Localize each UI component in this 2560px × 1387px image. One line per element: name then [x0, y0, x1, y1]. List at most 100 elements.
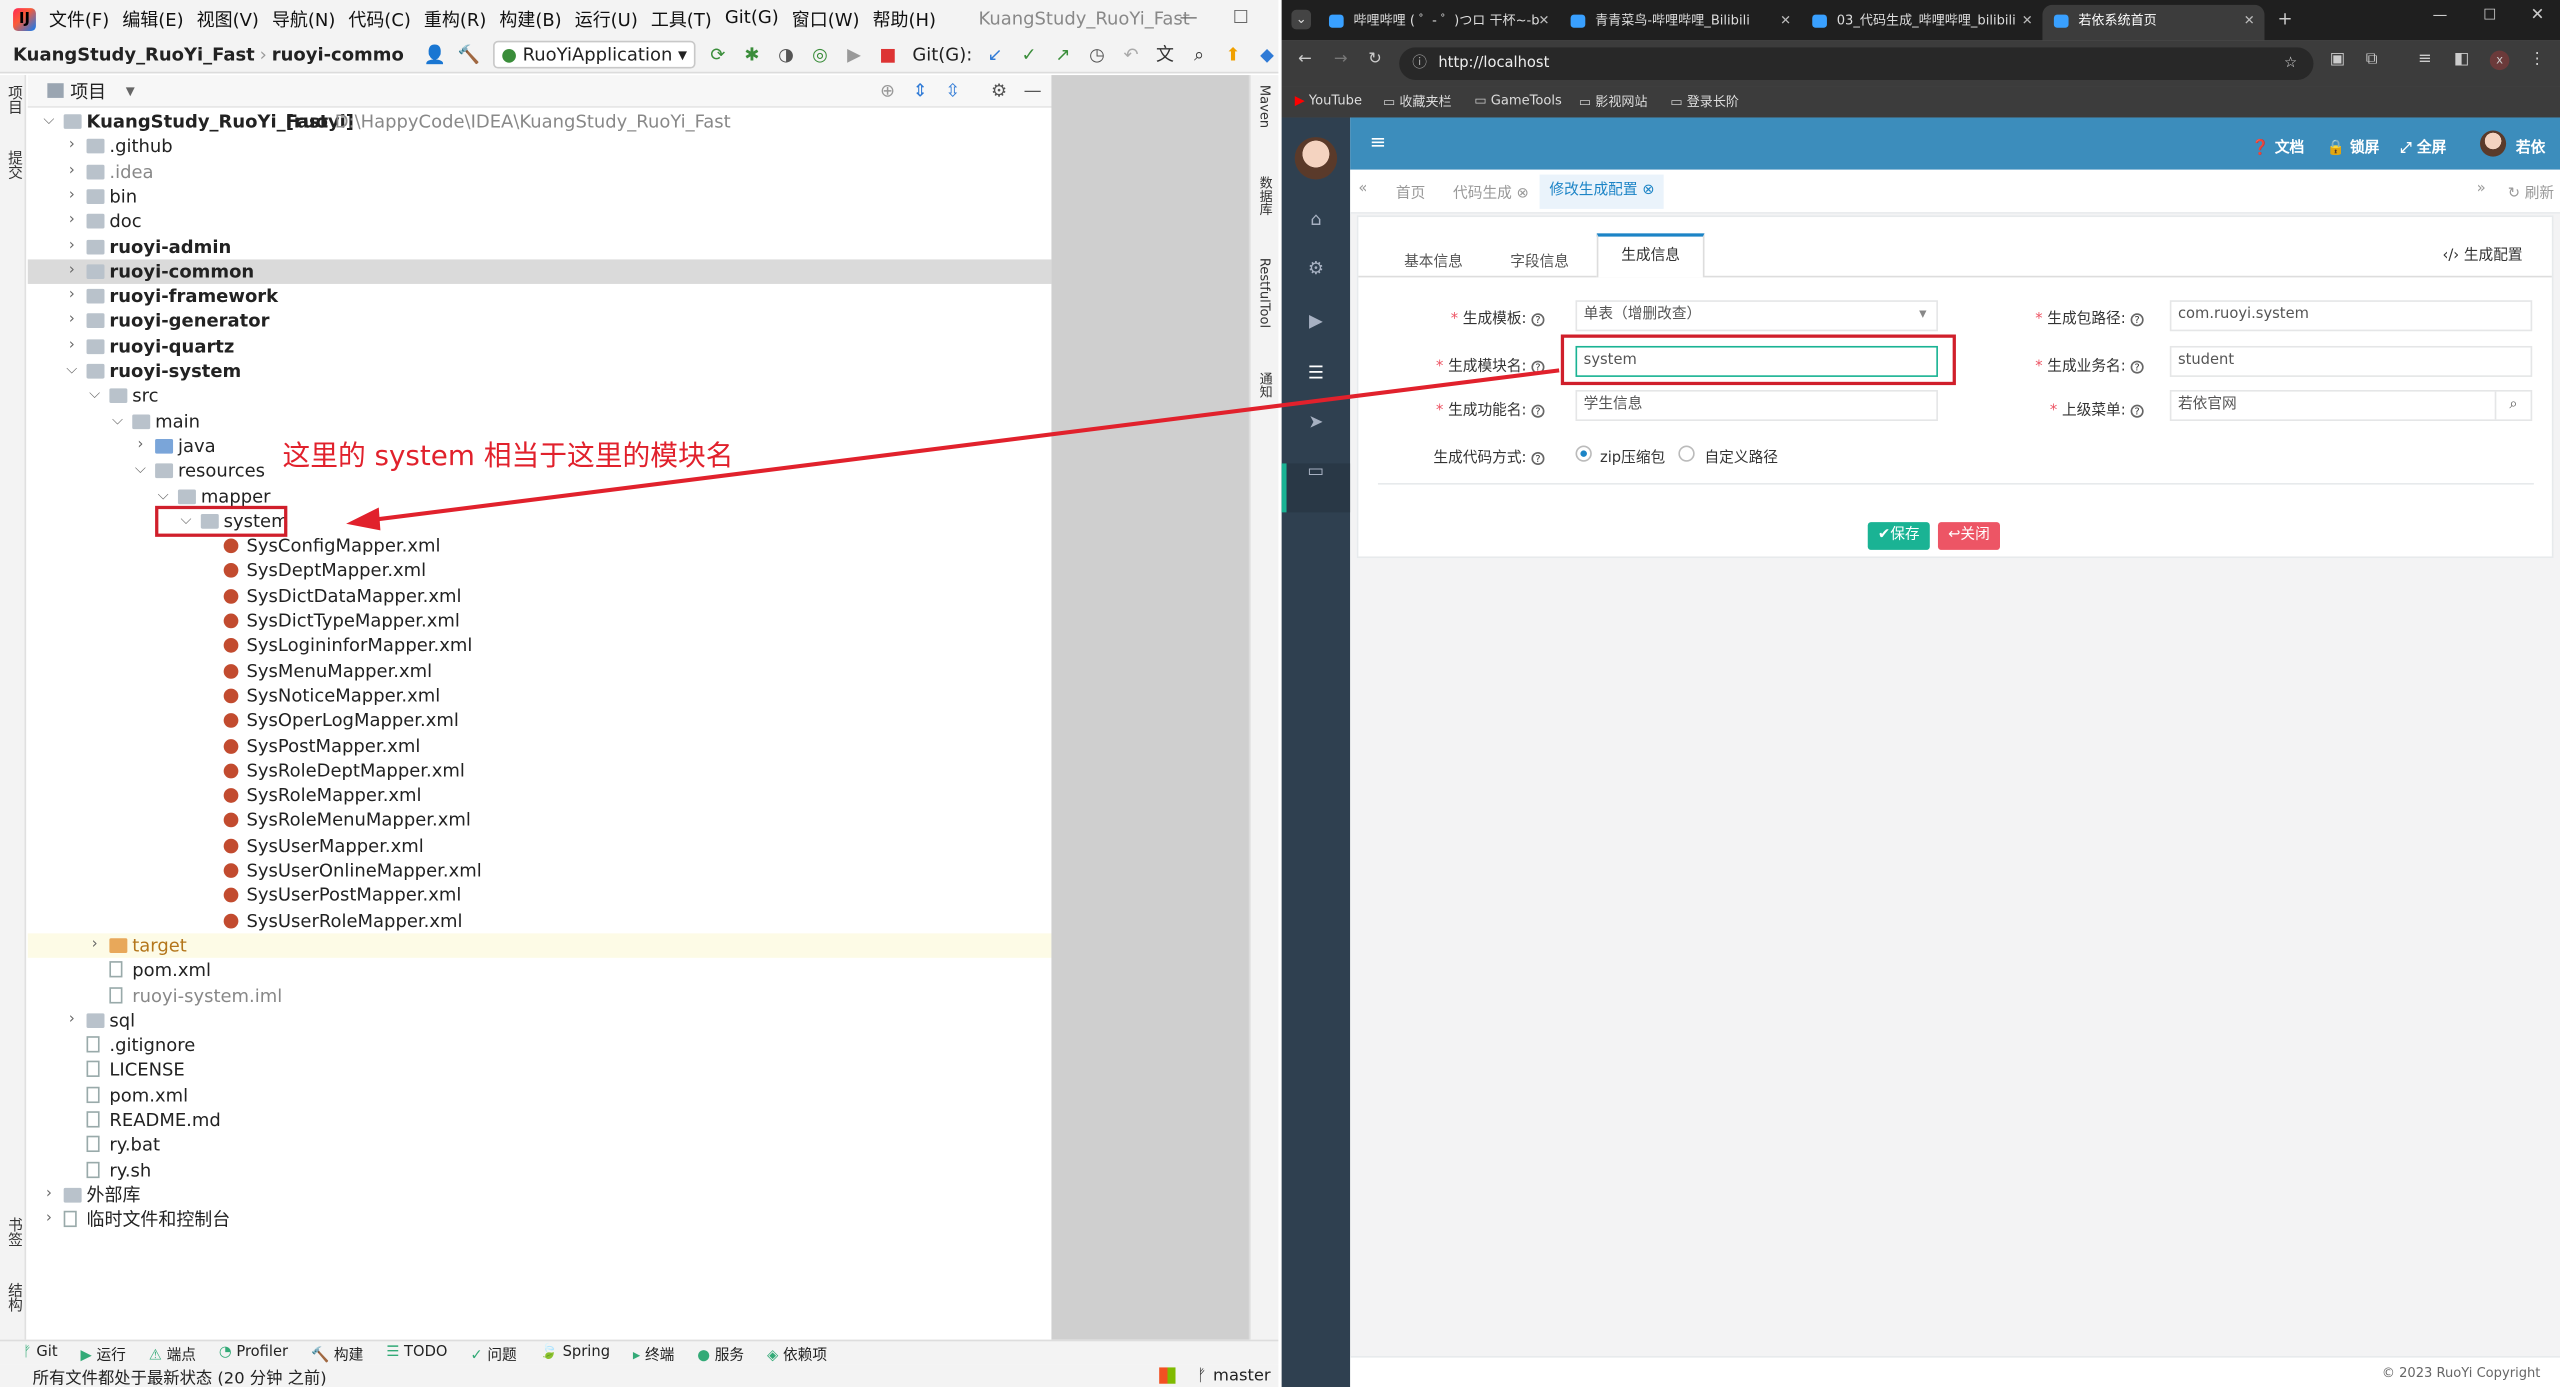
profile-avatar-icon[interactable]: x — [2489, 50, 2510, 71]
bottom-tool-8[interactable]: ▸ 终端 — [633, 1342, 674, 1363]
tree-item[interactable]: › sql — [28, 1008, 1052, 1032]
tree-item[interactable]: pom.xml — [28, 1083, 1052, 1107]
tag-home[interactable]: 首页 — [1396, 181, 1425, 202]
tree-item[interactable]: SysRoleMenuMapper.xml — [28, 808, 1052, 832]
tree-item[interactable]: SysDeptMapper.xml — [28, 559, 1052, 583]
monitor-icon[interactable]: ▭ — [1282, 460, 1351, 481]
menu-item[interactable]: 构建(B) — [499, 6, 561, 32]
tree-item[interactable]: SysRoleDeptMapper.xml — [28, 758, 1052, 782]
bottom-tool-9[interactable]: ● 服务 — [697, 1342, 744, 1363]
chevron-right-icon[interactable]: › — [64, 1008, 80, 1032]
profile-icon[interactable]: ◎ — [809, 43, 832, 66]
tree-item[interactable]: SysDictDataMapper.xml — [28, 584, 1052, 608]
search-icon[interactable]: ⌕ — [1188, 43, 1211, 66]
star-icon[interactable]: ☆ — [2284, 47, 2297, 80]
tree-item[interactable]: SysUserPostMapper.xml — [28, 883, 1052, 907]
chevron-right-icon[interactable]: › — [87, 933, 103, 957]
save-button[interactable]: ✔保存 — [1867, 522, 1930, 550]
tag-codegen[interactable]: 代码生成 ⊗ — [1453, 181, 1529, 202]
bookmark-item[interactable]: ▭ GameTools — [1474, 93, 1562, 108]
more-menu-icon[interactable]: ⋮ — [2529, 51, 2545, 69]
strip-database[interactable]: 数据库 — [1257, 176, 1275, 215]
bookmark-item[interactable]: ▶ YouTube — [1295, 93, 1362, 108]
chevron-down-icon[interactable]: ⌵ — [87, 384, 103, 408]
history-icon[interactable]: ◷ — [1086, 43, 1109, 66]
coverage-icon[interactable]: ◑ — [775, 43, 798, 66]
radio-zip[interactable] — [1575, 445, 1592, 462]
tree-item[interactable]: › target — [27, 933, 1052, 958]
new-tab-icon[interactable]: + — [2278, 8, 2293, 29]
bottom-tool-2[interactable]: ⚠ 端点 — [149, 1342, 196, 1363]
strip-commit[interactable]: 提交 — [3, 150, 24, 179]
tree-item[interactable]: › ruoyi-common — [27, 259, 1052, 284]
function-input[interactable]: 学生信息 — [1575, 389, 1938, 421]
expand-all-icon[interactable]: ⇕ — [913, 80, 928, 101]
bars-icon[interactable]: ☰ — [1282, 362, 1351, 383]
menu-item[interactable]: Git(G) — [725, 6, 779, 32]
tree-item[interactable]: › 临时文件和控制台 — [28, 1208, 1052, 1232]
tree-item[interactable]: SysOperLogMapper.xml — [28, 708, 1052, 732]
package-input[interactable]: com.ruoyi.system — [2169, 300, 2533, 332]
tree-item[interactable]: SysUserMapper.xml — [28, 833, 1052, 857]
tree-item[interactable]: ry.bat — [28, 1133, 1052, 1157]
bottom-tool-5[interactable]: ☰ TODO — [386, 1345, 447, 1361]
tag-edit-config[interactable]: 修改生成配置 ⊗ — [1539, 174, 1665, 209]
chevron-down-icon[interactable]: ⌵ — [109, 409, 125, 433]
sidepanel-icon[interactable]: ◧ — [2454, 51, 2469, 69]
video-icon[interactable]: ▶ — [1282, 310, 1351, 331]
tree-item[interactable]: › doc — [28, 209, 1052, 233]
chevron-down-icon[interactable]: ⌵ — [155, 484, 171, 508]
menu-item[interactable]: 运行(U) — [575, 6, 638, 32]
browser-tab[interactable]: 哔哩哔哩 ( ゜- ゜)つロ 干杯~-b ✕ — [1318, 5, 1560, 41]
tree-item[interactable]: SysNoticeMapper.xml — [28, 684, 1052, 708]
tree-item[interactable]: SysDictTypeMapper.xml — [28, 609, 1052, 633]
browser-tab[interactable]: 03_代码生成_哔哩哔哩_bilibili ✕ — [1801, 5, 2043, 41]
tree-item[interactable]: .gitignore — [28, 1033, 1052, 1057]
tree-item[interactable]: SysConfigMapper.xml — [28, 534, 1052, 558]
tree-item[interactable]: ⌵ ruoyi-system — [28, 359, 1052, 383]
bookmark-item[interactable]: ▭ 影视网站 — [1579, 93, 1648, 111]
tab-search-icon[interactable]: ⌄ — [1291, 9, 1312, 30]
update-icon[interactable]: ⬆ — [1222, 43, 1245, 66]
close-tab-icon[interactable]: ✕ — [1780, 5, 1791, 38]
chevron-right-icon[interactable]: › — [64, 159, 80, 183]
menu-item[interactable]: 代码(C) — [348, 6, 410, 32]
search-icon[interactable]: ⌕ — [2494, 391, 2531, 420]
tree-item[interactable]: › ruoyi-framework — [28, 284, 1052, 308]
jetbrains-ai-icon[interactable]: ◆ — [1256, 43, 1279, 66]
user-icon[interactable]: 👤 — [423, 43, 446, 66]
header-lock[interactable]: 🔒 锁屏 — [2327, 135, 2380, 156]
bottom-tool-10[interactable]: ◈ 依赖项 — [767, 1342, 827, 1363]
tree-item[interactable]: ⌵ mapper — [28, 484, 1052, 508]
close-button[interactable]: ↩关闭 — [1937, 522, 2000, 550]
bookmark-item[interactable]: ▭ 登录长阶 — [1670, 93, 1739, 111]
strip-project[interactable]: 项目 — [3, 85, 24, 114]
chevron-right-icon[interactable]: › — [64, 284, 80, 308]
strip-notifications[interactable]: 通知 — [1257, 372, 1275, 398]
tree-item[interactable]: › 外部库 — [28, 1183, 1052, 1207]
tree-item[interactable]: SysUserOnlineMapper.xml — [28, 858, 1052, 882]
collapse-all-icon[interactable]: ⇳ — [945, 80, 960, 101]
tab-field-info[interactable]: 字段信息 — [1510, 250, 1569, 271]
tab-gen-info[interactable]: 生成信息 — [1596, 233, 1705, 278]
url-input[interactable]: ⓘ http://localhost ☆ — [1399, 47, 2314, 80]
menu-item[interactable]: 重构(R) — [424, 6, 486, 32]
menu-toggle-icon[interactable]: ≡ — [1370, 131, 1386, 154]
git-push-icon[interactable]: ↗ — [1052, 43, 1075, 66]
strip-maven[interactable]: Maven — [1257, 85, 1272, 128]
bottom-tool-4[interactable]: 🔨 构建 — [311, 1342, 363, 1363]
strip-structure[interactable]: 结构 — [3, 1283, 24, 1312]
chevron-right-icon[interactable]: › — [41, 1208, 57, 1232]
build-hammer-icon[interactable]: 🔨 — [457, 43, 480, 66]
header-docs[interactable]: ❓ 文档 — [2251, 135, 2304, 156]
chevron-right-icon[interactable]: › — [132, 434, 148, 458]
strip-bookmarks[interactable]: 书签 — [3, 1217, 24, 1246]
tree-item[interactable]: › bin — [28, 184, 1052, 208]
chevron-right-icon[interactable]: › — [64, 309, 80, 333]
reading-list-icon[interactable]: ≡ — [2418, 51, 2432, 69]
chevron-right-icon[interactable]: › — [64, 334, 80, 358]
chevron-right-icon[interactable]: › — [64, 184, 80, 208]
scroll-right-icon[interactable]: » — [2477, 181, 2486, 197]
rerun-icon[interactable]: ⟳ — [707, 43, 730, 66]
reload-icon[interactable]: ↻ — [1368, 51, 1382, 69]
